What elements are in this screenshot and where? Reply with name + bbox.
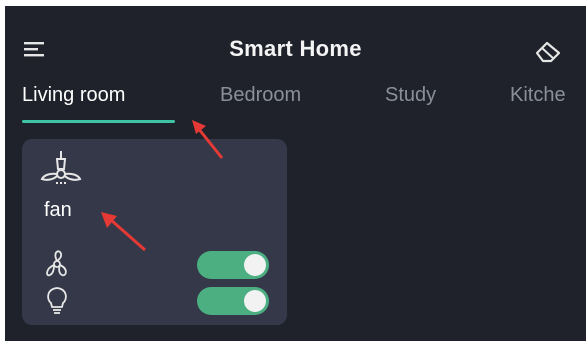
device-card[interactable]: fan (22, 139, 287, 325)
tab-study[interactable]: Study (385, 84, 436, 107)
annotation-arrow-device (101, 212, 146, 252)
app-screen: Smart Home Living room Bedroom Study Kit… (5, 6, 586, 341)
device-name: fan (44, 199, 72, 221)
annotation-arrow-tab (192, 120, 224, 159)
active-tab-indicator (22, 120, 175, 123)
light-bulb-icon (47, 287, 67, 314)
fan-blade-icon (46, 250, 67, 277)
toggle-knob (244, 254, 266, 276)
status-bar (5, 6, 586, 14)
tab-kitchen[interactable]: Kitche (510, 84, 566, 107)
toggle-knob (244, 290, 266, 312)
fan-power-toggle[interactable] (197, 251, 269, 279)
ceiling-fan-icon (40, 151, 82, 184)
page-title: Smart Home (229, 36, 362, 61)
eraser-icon[interactable] (533, 36, 563, 66)
room-tabs: Living room Bedroom Study Kitche (5, 80, 586, 126)
app-header: Smart Home (5, 28, 586, 76)
light-power-toggle[interactable] (197, 287, 269, 315)
tab-living-room[interactable]: Living room (22, 84, 125, 107)
tab-bedroom[interactable]: Bedroom (220, 84, 301, 107)
